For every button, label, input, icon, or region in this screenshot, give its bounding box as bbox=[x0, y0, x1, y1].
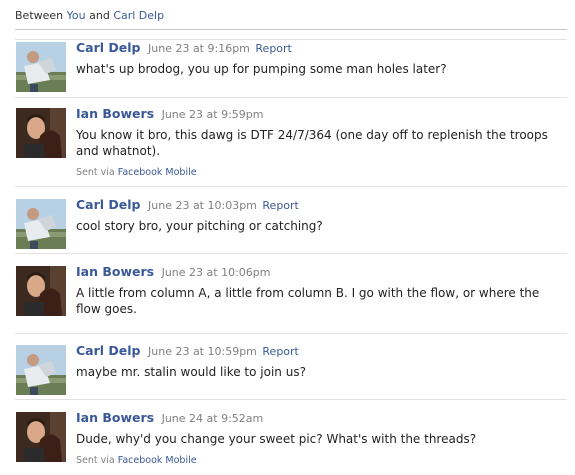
report-link[interactable]: Report bbox=[262, 199, 298, 212]
and-word: and bbox=[85, 9, 114, 22]
author-name-link[interactable]: Ian Bowers bbox=[76, 410, 154, 425]
thread-divider bbox=[15, 29, 567, 30]
ian-avatar[interactable] bbox=[16, 108, 66, 158]
ian-avatar[interactable] bbox=[16, 412, 66, 462]
participant-you-link[interactable]: You bbox=[67, 9, 86, 22]
participant-carl-link[interactable]: Carl Delp bbox=[113, 9, 164, 22]
carl-avatar[interactable] bbox=[16, 199, 66, 249]
author-name-link[interactable]: Carl Delp bbox=[76, 197, 141, 212]
ian-avatar[interactable] bbox=[16, 266, 66, 316]
message-divider bbox=[15, 97, 567, 98]
message-text: Dude, why'd you change your sweet pic? W… bbox=[76, 432, 477, 446]
message-text: cool story bro, your pitching or catchin… bbox=[76, 219, 323, 233]
author-name-link[interactable]: Ian Bowers bbox=[76, 264, 154, 279]
message-timestamp: June 23 at 10:06pm bbox=[161, 266, 271, 279]
sent-via-prefix: Sent via bbox=[76, 455, 118, 466]
facebook-mobile-link[interactable]: Facebook Mobile bbox=[118, 167, 197, 178]
carl-avatar[interactable] bbox=[16, 345, 66, 395]
report-link[interactable]: Report bbox=[255, 42, 291, 55]
sent-via: Sent via Facebook Mobile bbox=[76, 455, 567, 466]
sent-via-prefix: Sent via bbox=[76, 167, 118, 178]
message-timestamp: June 23 at 10:03pm bbox=[148, 199, 257, 212]
message-divider bbox=[15, 186, 567, 187]
message-timestamp: June 23 at 9:16pm bbox=[148, 42, 250, 55]
message-text: You know it bro, this dawg is DTF 24/7/3… bbox=[76, 128, 548, 158]
message-timestamp: June 23 at 9:59pm bbox=[161, 108, 264, 121]
between-prefix: Between bbox=[15, 9, 67, 22]
thread-participants: Between You and Carl Delp bbox=[15, 9, 164, 22]
message-timestamp: June 23 at 10:59pm bbox=[148, 345, 257, 358]
author-name-link[interactable]: Carl Delp bbox=[76, 40, 141, 55]
message-text: maybe mr. stalin would like to join us? bbox=[76, 365, 306, 379]
message-text: what's up brodog, you up for pumping som… bbox=[76, 62, 447, 76]
facebook-mobile-link[interactable]: Facebook Mobile bbox=[118, 455, 197, 466]
author-name-link[interactable]: Ian Bowers bbox=[76, 106, 154, 121]
message-timestamp: June 24 at 9:52am bbox=[161, 412, 264, 425]
message-divider bbox=[15, 399, 567, 400]
message-divider bbox=[15, 333, 567, 334]
author-name-link[interactable]: Carl Delp bbox=[76, 343, 141, 358]
sent-via: Sent via Facebook Mobile bbox=[76, 167, 567, 178]
report-link[interactable]: Report bbox=[262, 345, 298, 358]
carl-avatar[interactable] bbox=[16, 42, 66, 92]
message-text: A little from column A, a little from co… bbox=[76, 286, 540, 316]
message-divider bbox=[15, 253, 567, 254]
